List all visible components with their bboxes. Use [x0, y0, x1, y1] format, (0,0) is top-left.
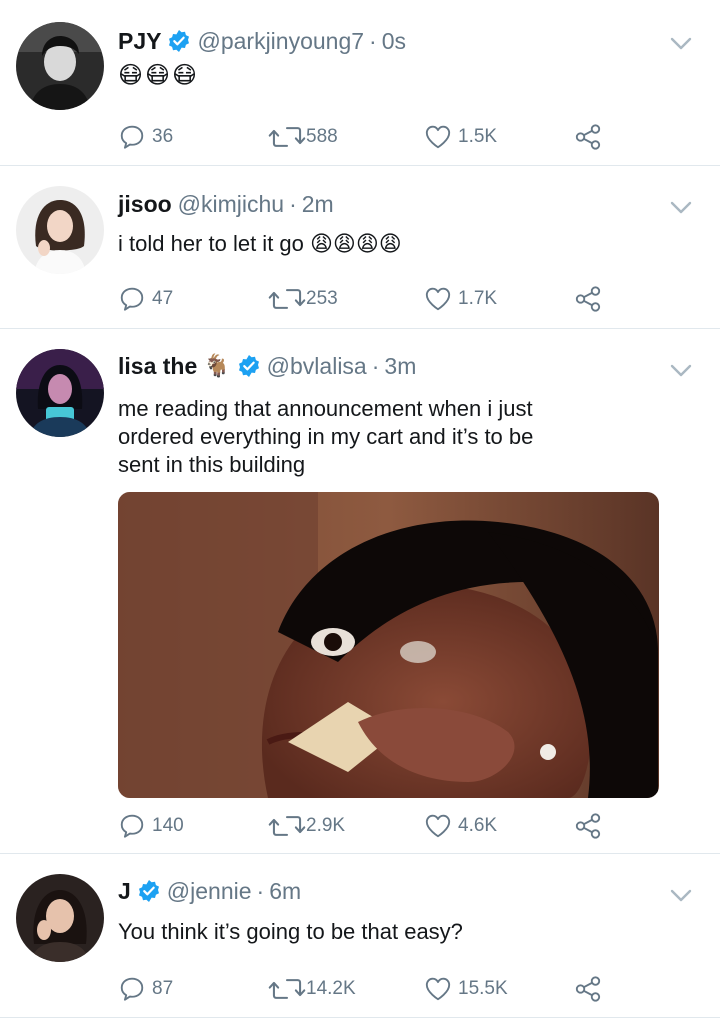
- tweet-text: me reading that announcement when i just…: [118, 395, 678, 479]
- handle[interactable]: @bvlalisa: [267, 353, 367, 380]
- tweet-text-line: ordered everything in my cart and it’s t…: [118, 424, 534, 449]
- reply-count: 140: [152, 815, 184, 836]
- share-icon: [574, 285, 602, 313]
- tweet-text: i told her to let it go 😩😩😩😩: [118, 231, 402, 256]
- like-count: 1.5K: [458, 126, 498, 147]
- tweet-text-line: sent in this building: [118, 452, 306, 477]
- share-button[interactable]: [574, 284, 602, 314]
- display-name[interactable]: PJY: [118, 28, 161, 55]
- heart-icon: [424, 812, 452, 840]
- separator: ·: [256, 877, 265, 904]
- retweet-count: 253: [306, 288, 338, 309]
- handle[interactable]: @parkjinyoung7: [197, 28, 364, 55]
- timestamp[interactable]: 3m: [384, 353, 416, 380]
- tweet-pjy[interactable]: PJY @parkjinyoung7 · 0s 😷😷😷 36 588 1.5K: [0, 0, 720, 166]
- separator: ·: [289, 190, 297, 217]
- timestamp[interactable]: 0s: [382, 28, 406, 55]
- handle[interactable]: @kimjichu: [178, 191, 284, 218]
- retweet-icon: [268, 123, 306, 151]
- reply-count: 87: [152, 978, 174, 999]
- like-button[interactable]: 4.6K: [424, 811, 497, 841]
- avatar[interactable]: [16, 349, 104, 437]
- share-icon: [574, 975, 602, 1003]
- tweet-media-image[interactable]: [118, 492, 659, 798]
- like-count: 15.5K: [458, 978, 508, 999]
- verified-badge-icon: [137, 879, 161, 903]
- avatar[interactable]: [16, 874, 104, 962]
- tweet-header: jisoo @kimjichu · 2m: [118, 187, 334, 221]
- goat-emoji: 🐐: [203, 353, 231, 378]
- heart-icon: [424, 285, 452, 313]
- like-button[interactable]: 15.5K: [424, 974, 508, 1004]
- tweet-header: J @jennie · 6m: [118, 874, 301, 908]
- display-name[interactable]: lisa the: [118, 353, 197, 380]
- avatar[interactable]: [16, 22, 104, 110]
- tweet-text: 😷😷😷: [118, 62, 200, 89]
- chevron-down-icon[interactable]: [668, 357, 694, 383]
- tweet-text-line: me reading that announcement when i just: [118, 396, 533, 421]
- reply-icon: [118, 123, 146, 151]
- like-button[interactable]: 1.7K: [424, 284, 497, 314]
- tweet-actions: 140 2.9K 4.6K: [118, 811, 618, 841]
- heart-icon: [424, 975, 452, 1003]
- reply-button[interactable]: 47: [118, 284, 173, 314]
- separator: ·: [369, 27, 377, 54]
- retweet-count: 14.2K: [306, 978, 356, 999]
- tweet-lisa[interactable]: lisa the 🐐 @bvlalisa · 3m me reading tha…: [0, 329, 720, 854]
- timestamp[interactable]: 6m: [269, 878, 301, 905]
- reply-icon: [118, 812, 146, 840]
- reply-button[interactable]: 36: [118, 122, 173, 152]
- retweet-count: 588: [306, 126, 338, 147]
- retweet-button[interactable]: 14.2K: [268, 974, 356, 1004]
- tweet-text: You think it’s going to be that easy?: [118, 919, 463, 944]
- chevron-down-icon[interactable]: [668, 194, 694, 220]
- retweet-count: 2.9K: [306, 815, 346, 836]
- share-button[interactable]: [574, 974, 602, 1004]
- verified-badge-icon: [237, 354, 261, 378]
- reply-count: 47: [152, 288, 174, 309]
- tweet-actions: 47 253 1.7K: [118, 284, 618, 314]
- like-count: 4.6K: [458, 815, 498, 836]
- retweet-button[interactable]: 588: [268, 122, 338, 152]
- tweet-actions: 36 588 1.5K: [118, 122, 618, 152]
- retweet-icon: [268, 812, 306, 840]
- share-icon: [574, 812, 602, 840]
- tweet-actions: 87 14.2K 15.5K: [118, 974, 618, 1004]
- display-name[interactable]: jisoo: [118, 191, 172, 218]
- chevron-down-icon[interactable]: [668, 882, 694, 908]
- timestamp[interactable]: 2m: [302, 191, 334, 218]
- retweet-button[interactable]: 253: [268, 284, 338, 314]
- like-count: 1.7K: [458, 288, 498, 309]
- like-button[interactable]: 1.5K: [424, 122, 497, 152]
- share-button[interactable]: [574, 122, 602, 152]
- separator: ·: [371, 352, 380, 379]
- chevron-down-icon[interactable]: [668, 30, 694, 56]
- retweet-icon: [268, 975, 306, 1003]
- reply-button[interactable]: 87: [118, 974, 173, 1004]
- tweet-jisoo[interactable]: jisoo @kimjichu · 2m i told her to let i…: [0, 166, 720, 329]
- reply-icon: [118, 285, 146, 313]
- tweet-header: PJY @parkjinyoung7 · 0s: [118, 24, 406, 58]
- tweet-header: lisa the 🐐 @bvlalisa · 3m: [118, 349, 416, 383]
- reply-button[interactable]: 140: [118, 811, 184, 841]
- reply-count: 36: [152, 126, 174, 147]
- reply-icon: [118, 975, 146, 1003]
- tweet-jennie[interactable]: J @jennie · 6m You think it’s going to b…: [0, 854, 720, 1018]
- retweet-icon: [268, 285, 306, 313]
- verified-badge-icon: [167, 29, 191, 53]
- heart-icon: [424, 123, 452, 151]
- share-button[interactable]: [574, 811, 602, 841]
- avatar[interactable]: [16, 186, 104, 274]
- share-icon: [574, 123, 602, 151]
- retweet-button[interactable]: 2.9K: [268, 811, 345, 841]
- display-name[interactable]: J: [118, 878, 131, 905]
- handle[interactable]: @jennie: [167, 878, 252, 905]
